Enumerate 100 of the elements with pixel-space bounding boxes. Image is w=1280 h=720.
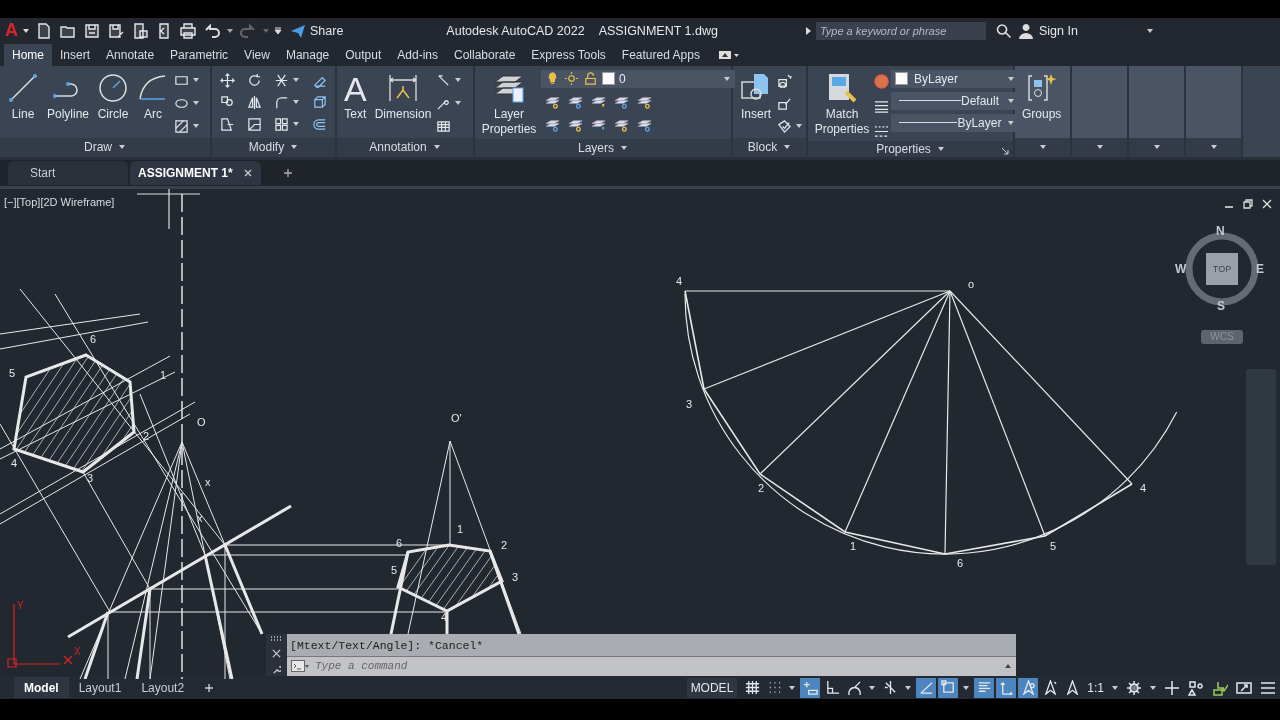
create-block-icon[interactable] — [777, 72, 792, 88]
isodraft-icon[interactable] — [916, 677, 937, 698]
share-button[interactable]: Share — [290, 22, 344, 39]
dimension-tool-button[interactable]: Dimension — [371, 69, 435, 124]
caret-icon[interactable] — [1111, 683, 1119, 692]
color-wheel-icon[interactable] — [874, 73, 889, 89]
ucs-toggle-icon[interactable] — [996, 677, 1017, 698]
rotate-icon[interactable] — [247, 72, 262, 88]
gear-icon[interactable] — [1126, 679, 1142, 696]
close-icon[interactable] — [1262, 198, 1272, 209]
linetype-icon[interactable] — [874, 123, 889, 139]
ribbon-tab[interactable]: Parametric — [162, 43, 237, 66]
ribbon-tab[interactable]: View — [236, 43, 278, 66]
caret-icon[interactable] — [1145, 26, 1154, 35]
fillet-icon[interactable] — [274, 94, 289, 110]
ribbon-tab[interactable]: Insert — [52, 43, 99, 66]
draw-tool-button[interactable]: Line — [4, 69, 42, 124]
stretch-icon[interactable] — [220, 116, 235, 132]
caret-icon[interactable] — [620, 143, 628, 152]
attribute-icon[interactable] — [777, 118, 792, 134]
offset-icon[interactable] — [312, 116, 327, 132]
caret-icon[interactable] — [904, 683, 913, 692]
ribbon-tab[interactable]: Add-ins — [389, 43, 446, 66]
draw-tool-button[interactable]: Polyline — [44, 69, 93, 124]
caret-icon[interactable] — [936, 144, 945, 153]
caret-icon[interactable] — [1149, 683, 1157, 692]
table-icon[interactable] — [436, 118, 452, 134]
draw-tool-button[interactable]: Circle — [94, 69, 133, 124]
ribbon-tab[interactable]: Collaborate — [446, 43, 524, 66]
ribbon-tab[interactable]: Featured Apps — [613, 43, 708, 66]
close-icon[interactable] — [272, 648, 281, 658]
dialog-launcher-icon[interactable] — [1001, 146, 1009, 155]
move-icon[interactable] — [220, 72, 235, 88]
annotation-scale-button[interactable]: 1:1 — [1083, 680, 1108, 695]
insert-block-button[interactable]: Insert — [737, 69, 775, 124]
match-properties-button[interactable]: Match Properties — [812, 69, 872, 139]
caret-icon[interactable] — [22, 26, 30, 35]
new-file-icon[interactable] — [36, 22, 52, 39]
new-tab-icon[interactable] — [282, 167, 293, 178]
history-caret-icon[interactable] — [1004, 663, 1012, 670]
close-icon[interactable] — [242, 167, 253, 178]
viewport-controls[interactable]: [−][Top][2D Wireframe] — [4, 195, 115, 208]
compass-south[interactable]: S — [1217, 298, 1225, 313]
document-tab[interactable]: Start — [8, 160, 128, 185]
array-icon[interactable] — [274, 116, 289, 132]
expand-arrow-icon[interactable] — [803, 25, 812, 36]
object-snap-icon[interactable] — [938, 677, 959, 698]
draw-tool-button[interactable]: Arc — [134, 69, 173, 124]
trim-icon[interactable] — [274, 72, 289, 88]
dynamic-input-icon[interactable] — [800, 677, 821, 698]
open-web-icon[interactable] — [132, 22, 148, 39]
isolate-objects-icon[interactable] — [1188, 679, 1204, 696]
panel-title[interactable]: Layers — [578, 140, 614, 155]
save-web-icon[interactable] — [156, 22, 172, 39]
hamburger-icon[interactable] — [1260, 679, 1276, 696]
annotation-visibility-icon[interactable] — [1018, 677, 1039, 698]
caret-icon[interactable] — [788, 683, 797, 692]
layout-tab[interactable]: Layout1 — [68, 677, 132, 699]
plus-icon[interactable] — [1164, 679, 1180, 696]
search-field[interactable]: Type a keyword or phrase — [815, 21, 986, 40]
wrench-icon[interactable] — [272, 664, 281, 674]
terminal-icon[interactable] — [291, 660, 309, 673]
redo-icon[interactable] — [240, 22, 256, 39]
caret-icon[interactable] — [868, 683, 877, 692]
search-icon[interactable] — [995, 22, 1012, 39]
mirror-icon[interactable] — [247, 94, 262, 110]
layer-dropdown[interactable]: 0 — [541, 69, 735, 88]
layout-tab[interactable]: Layout2 — [131, 677, 195, 699]
document-tab[interactable]: ASSIGNMENT 1* — [130, 160, 261, 185]
restore-icon[interactable] — [1243, 198, 1253, 209]
ribbon-tab[interactable]: Output — [337, 43, 390, 66]
hatch-icon[interactable] — [174, 118, 190, 134]
minimize-ribbon-icon[interactable] — [717, 49, 740, 60]
save-as-icon[interactable] — [108, 22, 124, 39]
layer-properties-button[interactable]: Layer Properties — [479, 69, 539, 139]
scale-icon[interactable] — [247, 116, 262, 132]
grip-icon[interactable] — [269, 635, 284, 642]
compass-east[interactable]: E — [1256, 261, 1264, 276]
new-layout-icon[interactable] — [204, 682, 215, 693]
compass-west[interactable]: W — [1175, 261, 1187, 276]
panel-title[interactable]: Draw — [84, 140, 112, 155]
ribbon-tab[interactable]: Annotate — [98, 43, 163, 66]
fullscreen-icon[interactable] — [1236, 679, 1252, 696]
model-space-button[interactable]: MODEL — [686, 677, 738, 698]
text-tool-button[interactable]: A Text — [341, 69, 370, 124]
undo-icon[interactable] — [204, 22, 220, 39]
compass-north[interactable]: N — [1216, 223, 1225, 238]
layout-tab[interactable]: Model — [14, 677, 69, 699]
viewcube-face[interactable]: TOP — [1206, 252, 1238, 285]
command-field[interactable]: Type a command — [313, 659, 1000, 674]
cube-icon[interactable] — [312, 94, 327, 110]
ribbon-tab[interactable]: Manage — [277, 43, 338, 66]
save-icon[interactable] — [84, 22, 100, 39]
lineweight-display-icon[interactable] — [974, 677, 995, 698]
sign-in-button[interactable]: Sign In — [1017, 22, 1078, 39]
lineweight-icon[interactable] — [874, 98, 889, 114]
caret-icon[interactable] — [962, 683, 971, 692]
ribbon-tab[interactable]: Home — [4, 43, 52, 66]
ribbon-tab[interactable]: Express Tools — [523, 43, 614, 66]
caret-icon[interactable] — [226, 26, 234, 35]
